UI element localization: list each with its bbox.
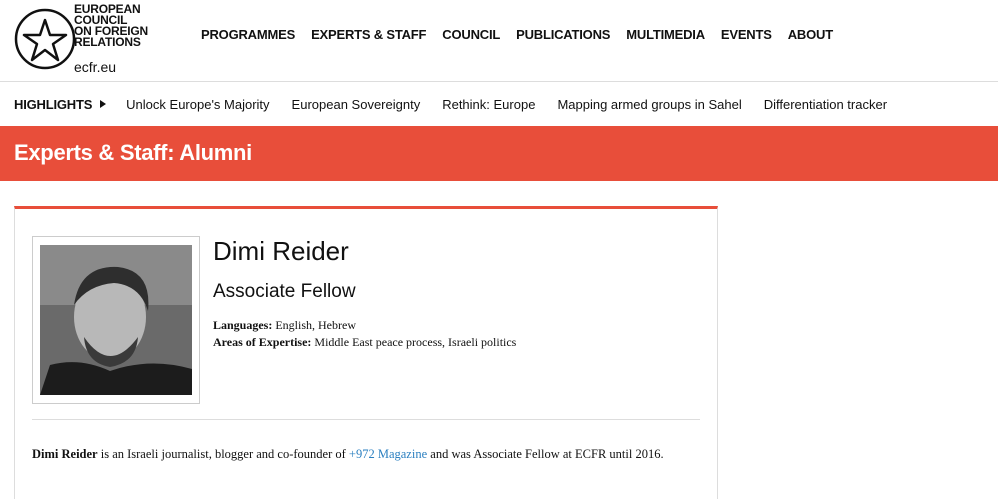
profile-card: Dimi Reider Associate Fellow Languages: … [14,206,718,499]
profile-photo [40,245,192,395]
highlights-label-text: HIGHLIGHTS [14,96,93,112]
expertise-row: Areas of Expertise: Middle East peace pr… [213,334,516,351]
highlight-link-rethink-europe[interactable]: Rethink: Europe [442,97,535,112]
languages-value: English, Hebrew [275,318,356,332]
profile-role: Associate Fellow [213,281,356,302]
highlight-link-unlock-majority[interactable]: Unlock Europe's Majority [126,97,269,112]
nav-programmes[interactable]: PROGRAMMES [201,27,295,42]
highlight-link-mapping-sahel[interactable]: Mapping armed groups in Sahel [557,97,741,112]
bio-text-1: is an Israeli journalist, blogger and co… [97,447,349,461]
logo-wordmark: EUROPEAN COUNCIL ON FOREIGN RELATIONS [74,3,148,49]
triangle-right-icon [100,100,107,108]
profile-name: Dimi Reider [213,236,349,266]
highlight-link-european-sovereignty[interactable]: European Sovereignty [292,97,421,112]
expertise-value: Middle East peace process, Israeli polit… [314,335,517,349]
ecfr-logo[interactable]: EUROPEAN COUNCIL ON FOREIGN RELATIONS ec… [14,2,164,76]
logo-url: ecfr.eu [74,59,117,75]
site-header: EUROPEAN COUNCIL ON FOREIGN RELATIONS ec… [0,0,998,80]
nav-about[interactable]: ABOUT [788,27,833,42]
profile-bio: Dimi Reider is an Israeli journalist, bl… [32,444,700,464]
highlights-label: HIGHLIGHTS [14,96,107,112]
nav-experts-staff[interactable]: EXPERTS & STAFF [311,27,426,42]
profile-meta: Languages: English, Hebrew Areas of Expe… [213,317,516,351]
expertise-label: Areas of Expertise: [213,335,312,349]
highlights-bar: HIGHLIGHTS Unlock Europe's Majority Euro… [0,81,998,126]
highlights-links: Unlock Europe's Majority European Sovere… [126,97,887,112]
main-nav: PROGRAMMES EXPERTS & STAFF COUNCIL PUBLI… [201,27,833,42]
star-circle-icon [14,8,76,70]
languages-label: Languages: [213,318,273,332]
page-title-band: Experts & Staff: Alumni [0,126,998,181]
divider [32,419,700,420]
nav-multimedia[interactable]: MULTIMEDIA [626,27,705,42]
nav-publications[interactable]: PUBLICATIONS [516,27,610,42]
bio-name: Dimi Reider [32,447,98,461]
bio-text-2: and was Associate Fellow at ECFR until 2… [427,447,664,461]
nav-events[interactable]: EVENTS [721,27,772,42]
nav-council[interactable]: COUNCIL [442,27,500,42]
highlight-link-differentiation-tracker[interactable]: Differentiation tracker [764,97,887,112]
profile-photo-frame [32,236,200,404]
languages-row: Languages: English, Hebrew [213,317,516,334]
logo-line-4: RELATIONS [74,35,141,49]
page-title: Experts & Staff: Alumni [14,140,252,165]
magazine-link[interactable]: +972 Magazine [349,447,427,461]
